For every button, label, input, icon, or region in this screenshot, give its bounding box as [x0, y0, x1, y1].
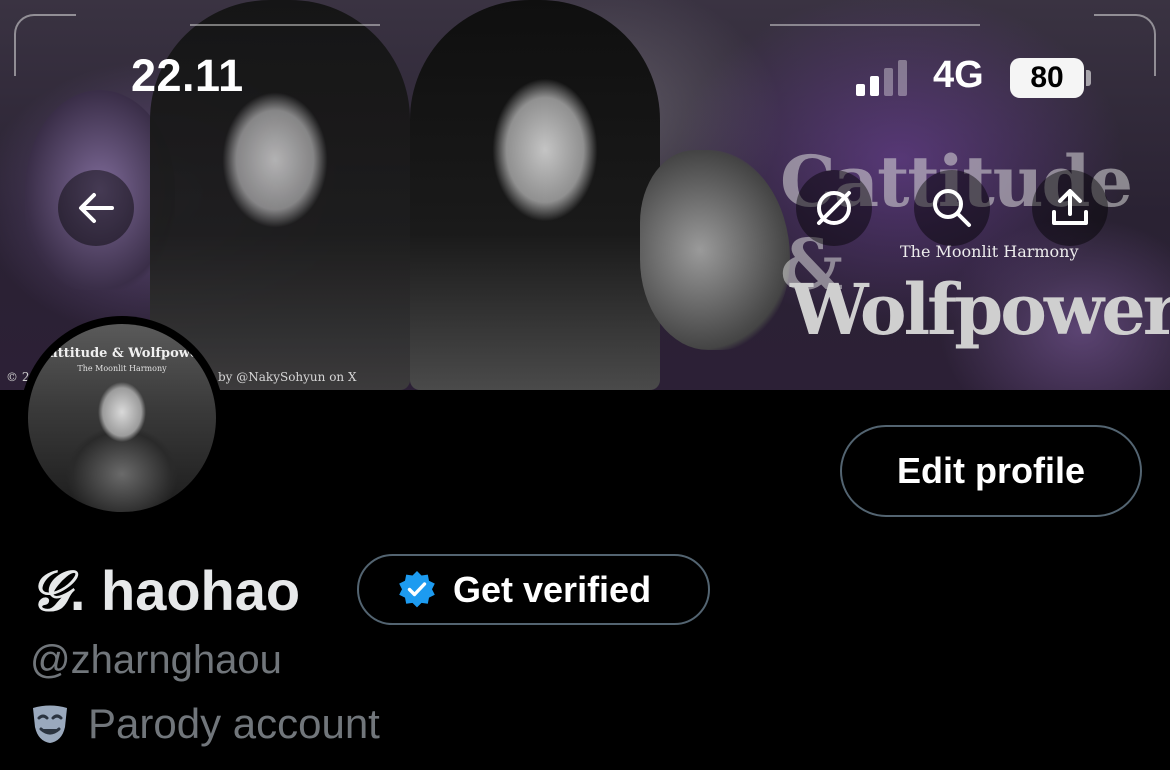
avatar-subtitle-text: The Moonlit Harmony — [77, 364, 167, 373]
grok-button[interactable] — [796, 170, 872, 246]
network-type: 4G — [933, 54, 984, 96]
get-verified-label: Get verified — [453, 568, 652, 610]
display-name-initial: 𝒢 — [30, 558, 70, 624]
parody-label-row: Parody account — [30, 700, 380, 748]
search-icon — [933, 189, 971, 227]
verified-badge-icon — [399, 570, 435, 607]
battery-icon: 80 — [1010, 58, 1084, 98]
banner-figure-right — [410, 0, 660, 390]
banner-frame-line — [190, 24, 380, 26]
banner-frame-line — [770, 24, 980, 26]
share-button[interactable] — [1032, 170, 1108, 246]
cellular-signal-icon — [856, 60, 907, 96]
display-name-rest: . haohao — [69, 559, 301, 622]
grok-icon — [817, 191, 851, 225]
avatar-title-text: Cattitude & Wolfpower — [38, 346, 206, 361]
banner-corner-ornament — [1094, 14, 1156, 76]
parody-account-label: Parody account — [88, 700, 380, 747]
theater-mask-icon — [33, 705, 67, 743]
banner-logo-bottom: Wolfpower — [790, 268, 1170, 351]
arrow-left-icon — [79, 193, 114, 223]
edit-profile-button[interactable]: Edit profile — [840, 425, 1142, 517]
banner-corner-ornament — [14, 14, 76, 76]
avatar[interactable]: Cattitude & Wolfpower The Moonlit Harmon… — [20, 316, 224, 520]
display-name: 𝒢. haohao — [30, 558, 300, 625]
banner-wolf-artwork — [640, 150, 790, 350]
status-time: 22.11 — [131, 50, 244, 101]
share-icon — [1052, 189, 1088, 225]
avatar-image: Cattitude & Wolfpower The Moonlit Harmon… — [28, 324, 216, 512]
search-button[interactable] — [914, 170, 990, 246]
battery-level: 80 — [1030, 61, 1064, 94]
banner-credit-right: by @NakySohyun on X — [218, 370, 357, 384]
battery-tip — [1086, 70, 1091, 86]
user-handle: @zharnghaou — [30, 638, 282, 682]
back-button[interactable] — [58, 170, 134, 246]
banner-logo-subtitle: The Moonlit Harmony — [900, 242, 1079, 261]
get-verified-button[interactable]: Get verified — [357, 554, 710, 625]
